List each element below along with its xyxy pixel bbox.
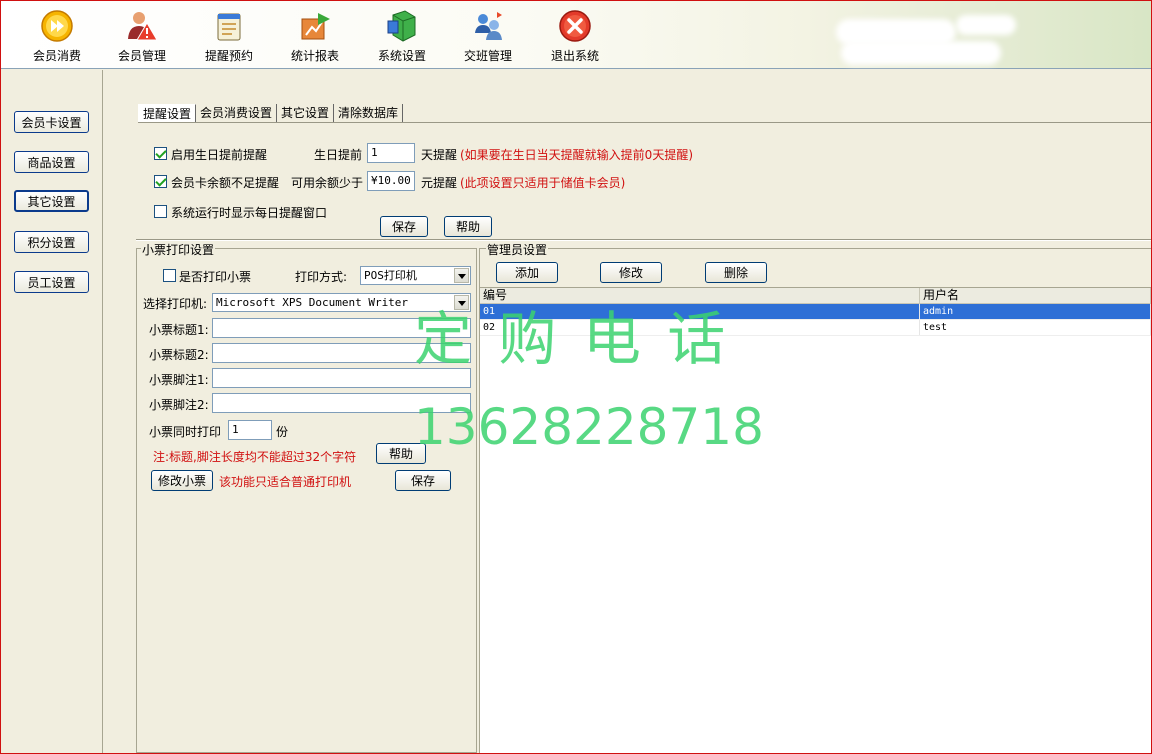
balance-reminder-label: 会员卡余额不足提醒 <box>171 176 280 190</box>
print-mode-label: 打印方式: <box>295 270 348 284</box>
admin-table-header: 编号 用户名 <box>480 288 1151 304</box>
chart-arrow-icon <box>301 13 330 40</box>
tab-bar: 提醒设置 会员消费设置 其它设置 清除数据库 <box>138 104 404 124</box>
copies-unit: 份 <box>276 425 289 439</box>
receipt-title1-label: 小票标题1: <box>149 323 209 337</box>
birthday-reminder-label: 启用生日提前提醒 <box>171 148 268 162</box>
birthday-note: (如果要在生日当天提醒就输入提前0天提醒) <box>460 148 693 162</box>
printer-label: 选择打印机: <box>143 297 208 311</box>
tab-clear-database[interactable]: 清除数据库 <box>334 104 404 122</box>
print-mode-value: POS打印机 <box>364 269 417 282</box>
daily-reminder-checkbox[interactable] <box>154 205 167 218</box>
toolbar-exit-button[interactable]: 退出系统 <box>537 9 613 65</box>
sidebar-item-points[interactable]: 积分设置 <box>14 231 89 253</box>
cell-username: test <box>920 320 1151 335</box>
receipt-settings-title: 小票打印设置 <box>141 241 216 258</box>
cell-id: 01 <box>480 304 920 319</box>
balance-threshold-input[interactable]: ¥10.00 <box>367 171 415 191</box>
tab-other[interactable]: 其它设置 <box>277 104 335 122</box>
print-receipt-checkbox[interactable] <box>163 269 176 282</box>
section-separator <box>136 239 1151 241</box>
receipt-title1-input[interactable] <box>212 318 471 338</box>
birthday-reminder-checkbox[interactable] <box>154 147 167 160</box>
tab-reminder[interactable]: 提醒设置 <box>138 104 197 122</box>
tab-member-consume[interactable]: 会员消费设置 <box>196 104 278 122</box>
birthday-days-input[interactable]: 1 <box>367 143 415 163</box>
admin-table: 编号 用户名 01 admin 02 test <box>480 287 1151 753</box>
receipt-footnote1-input[interactable] <box>212 368 471 388</box>
cell-id: 02 <box>480 320 920 335</box>
reminder-save-button[interactable]: 保存 <box>380 216 428 237</box>
edit-receipt-button[interactable]: 修改小票 <box>151 470 213 491</box>
toolbar-member-manage-button[interactable]: 会员管理 <box>104 9 180 65</box>
edit-receipt-note: 该功能只适合普通打印机 <box>219 475 352 489</box>
main-content: 提醒设置 会员消费设置 其它设置 清除数据库 启用生日提前提醒 生日提前 1 天… <box>104 70 1151 753</box>
table-row[interactable]: 01 admin <box>480 304 1151 320</box>
receipt-title2-label: 小票标题2: <box>149 348 209 362</box>
receipt-save-button[interactable]: 保存 <box>395 470 451 491</box>
birthday-unit-label: 天提醒 <box>421 148 458 162</box>
toolbar-report-button[interactable]: 统计报表 <box>277 9 353 65</box>
table-row[interactable]: 02 test <box>480 320 1151 336</box>
column-header-username[interactable]: 用户名 <box>920 288 1151 303</box>
printer-select[interactable]: Microsoft XPS Document Writer <box>212 293 471 312</box>
printer-value: Microsoft XPS Document Writer <box>216 296 409 309</box>
sidebar-item-goods[interactable]: 商品设置 <box>14 151 89 173</box>
receipt-footnote2-input[interactable] <box>212 393 471 413</box>
receipt-help-button[interactable]: 帮助 <box>376 443 426 464</box>
admin-add-button[interactable]: 添加 <box>496 262 558 283</box>
sidebar-item-other[interactable]: 其它设置 <box>14 190 89 212</box>
toolbar-member-consume-button[interactable]: 会员消费 <box>19 9 95 65</box>
admin-delete-button[interactable]: 删除 <box>705 262 767 283</box>
close-circle-icon <box>559 10 591 42</box>
copies-input[interactable]: 1 <box>228 420 272 440</box>
receipt-settings-group: 小票打印设置 是否打印小票 打印方式: POS打印机 选择打印机: Micros… <box>136 241 477 753</box>
notepad-icon <box>217 13 241 41</box>
chevron-down-icon[interactable] <box>454 295 469 310</box>
balance-threshold-label: 可用余额少于 <box>291 176 364 190</box>
balance-note: (此项设置只适用于储值卡会员) <box>460 176 626 190</box>
shift-exchange-icon <box>475 12 502 40</box>
member-warning-icon <box>128 12 158 41</box>
sidebar-item-staff[interactable]: 员工设置 <box>14 271 89 293</box>
admin-edit-button[interactable]: 修改 <box>600 262 662 283</box>
birthday-days-label: 生日提前 <box>314 148 363 162</box>
cell-username: admin <box>920 304 1151 319</box>
daily-reminder-label: 系统运行时显示每日提醒窗口 <box>171 206 328 220</box>
play-circle-icon <box>41 10 73 42</box>
toolbar-shift-button[interactable]: 交班管理 <box>450 9 526 65</box>
print-mode-select[interactable]: POS打印机 <box>360 266 471 285</box>
toolbar-reminder-button[interactable]: 提醒预约 <box>191 9 267 65</box>
column-header-id[interactable]: 编号 <box>480 288 920 303</box>
reminder-help-button[interactable]: 帮助 <box>444 216 492 237</box>
toolbar-system-settings-button[interactable]: 系统设置 <box>364 9 440 65</box>
receipt-title2-input[interactable] <box>212 343 471 363</box>
top-toolbar: 会员消费 会员管理 提醒预约 统计报表 系统设置 交班管理 退出系统 <box>1 1 1151 69</box>
copies-label: 小票同时打印 <box>149 425 222 439</box>
redacted-area <box>841 41 1001 65</box>
receipt-footnote1-label: 小票脚注1: <box>149 373 209 387</box>
settings-cube-icon <box>387 10 416 42</box>
receipt-length-note: 注:标题,脚注长度均不能超过32个字符 <box>153 450 357 464</box>
balance-reminder-checkbox[interactable] <box>154 175 167 188</box>
reminder-panel: 启用生日提前提醒 生日提前 1 天提醒 (如果要在生日当天提醒就输入提前0天提醒… <box>138 123 1151 239</box>
receipt-footnote2-label: 小票脚注2: <box>149 398 209 412</box>
left-sidebar: 会员卡设置 商品设置 其它设置 积分设置 员工设置 <box>1 70 103 753</box>
sidebar-item-member-card[interactable]: 会员卡设置 <box>14 111 89 133</box>
admin-settings-title: 管理员设置 <box>486 241 549 258</box>
redacted-area <box>956 15 1016 35</box>
print-receipt-label: 是否打印小票 <box>179 270 252 284</box>
chevron-down-icon[interactable] <box>454 268 469 283</box>
balance-unit-label: 元提醒 <box>421 176 458 190</box>
